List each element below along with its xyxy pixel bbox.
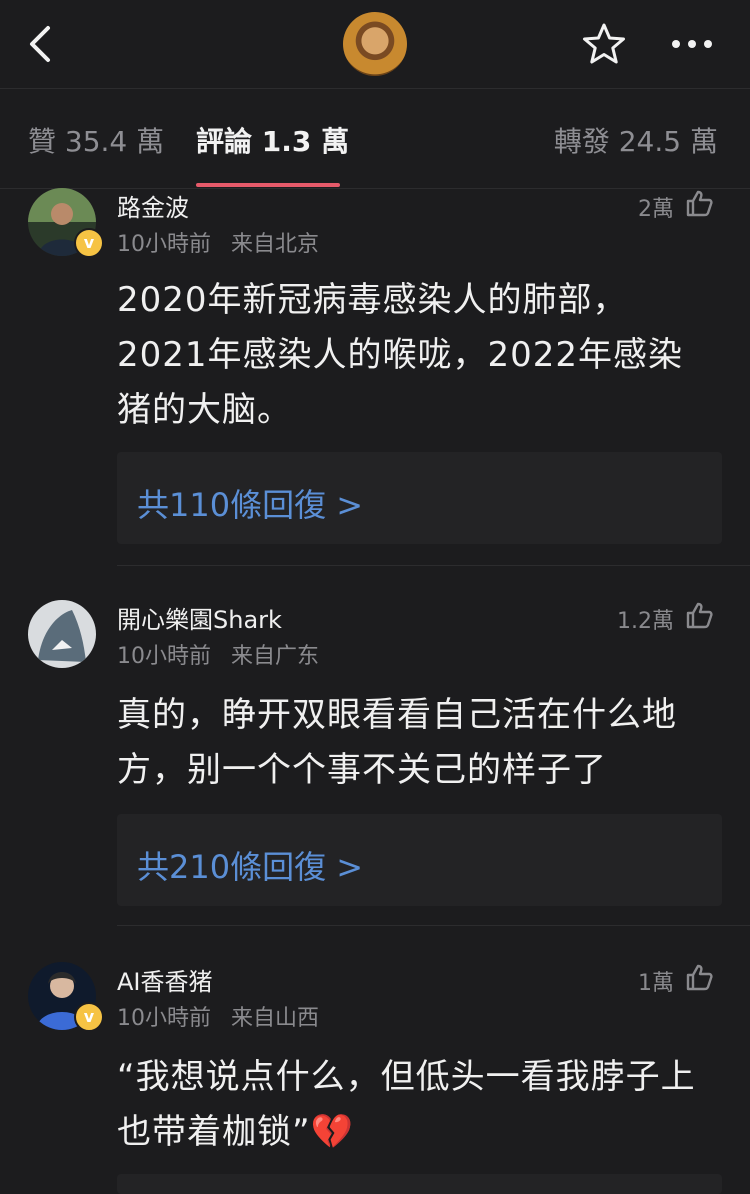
comment-time: 10小時前	[117, 644, 211, 669]
tab-likes[interactable]: 贊 35.4 萬	[28, 120, 164, 160]
avatar[interactable]	[28, 600, 96, 668]
top-bar	[0, 0, 750, 89]
view-replies-link[interactable]: 共110條回復 >	[137, 480, 363, 526]
comment-author[interactable]: 路金波	[117, 188, 189, 223]
tab-bar: 贊 35.4 萬 評論 1.3 萬 轉發 24.5 萬	[0, 88, 750, 189]
comment-meta: 10小時前 来自广东	[117, 638, 319, 670]
comment-text: 真的，睁开双眼看看自己活在什么地方，别一个个事不关己的样子了	[117, 695, 677, 790]
comment-author[interactable]: 開心樂園Shark	[117, 600, 282, 635]
like-count: 1.2萬	[617, 609, 674, 634]
divider	[117, 565, 750, 566]
verified-badge: v	[74, 228, 104, 258]
more-horizontal-icon[interactable]	[668, 34, 716, 54]
like-count: 2萬	[638, 197, 674, 222]
comment-text: “我想说点什么，但低头一看我脖子上也带着枷锁”💔	[117, 1057, 696, 1152]
active-tab-indicator	[196, 183, 340, 187]
chevron-left-icon[interactable]	[24, 24, 60, 64]
comment-time: 10小時前	[117, 232, 211, 257]
thumbs-up-icon[interactable]	[685, 189, 713, 217]
comment-time: 10小時前	[117, 1006, 211, 1031]
comment-text: 2020年新冠病毒感染人的肺部，2021年感染人的喉咙，2022年感染猪的大脑。	[117, 280, 684, 430]
thumbs-up-icon[interactable]	[685, 601, 713, 629]
like-count: 1萬	[638, 971, 674, 996]
comment-meta: 10小時前 来自北京	[117, 226, 319, 258]
verified-badge: v	[74, 1002, 104, 1032]
reply-thread[interactable]: 共110條回復 >	[117, 452, 722, 544]
thumbs-up-icon[interactable]	[685, 963, 713, 991]
comment-location: 来自山西	[231, 1006, 320, 1031]
comment-author[interactable]: AI香香猪	[117, 962, 213, 997]
tab-comments[interactable]: 評論 1.3 萬	[196, 120, 349, 160]
reply-thread[interactable]	[117, 1174, 722, 1194]
tab-reposts[interactable]: 轉發 24.5 萬	[554, 120, 718, 160]
star-outline-icon[interactable]	[582, 22, 626, 66]
comment-meta: 10小時前 来自山西	[117, 1000, 319, 1032]
author-avatar[interactable]	[343, 12, 407, 76]
comment-location: 来自北京	[231, 232, 320, 257]
comment-location: 来自广东	[231, 644, 320, 669]
view-replies-link[interactable]: 共210條回復 >	[137, 842, 363, 888]
divider	[117, 925, 750, 926]
reply-thread[interactable]: 共210條回復 >	[117, 814, 722, 906]
